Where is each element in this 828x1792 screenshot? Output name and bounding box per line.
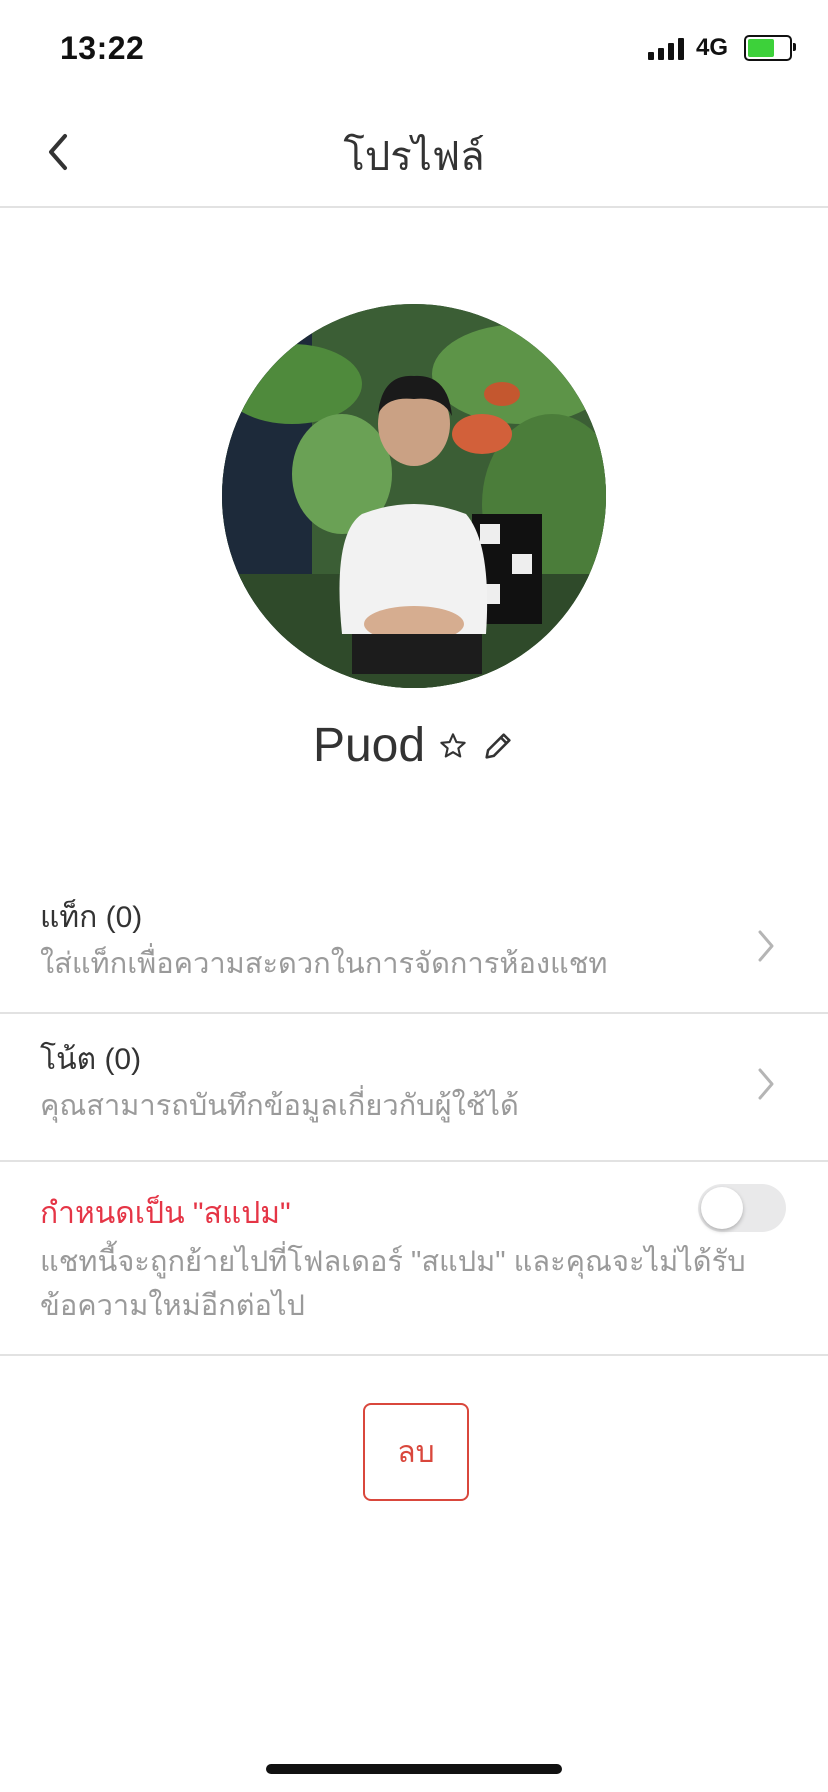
chevron-right-icon [758,1068,774,1100]
spam-row: กำหนดเป็น "สแปม" แชทนี้จะถูกย้ายไปที่โฟล… [0,1162,828,1356]
pencil-icon[interactable] [481,729,515,763]
status-indicators: 4G [647,34,796,62]
star-icon[interactable] [439,732,467,760]
spam-subtitle-line2: ข้อความใหม่อีกต่อไป [40,1290,305,1322]
avatar[interactable] [222,304,606,688]
note-row[interactable]: โน้ต (0) คุณสามารถบันทึกข้อมูลเกี่ยวกับผ… [0,1014,828,1162]
nav-bar: โปรไฟล์ [0,98,828,208]
profile-name: Puod [312,719,426,772]
note-subtitle: คุณสามารถบันทึกข้อมูลเกี่ยวกับผู้ใช้ได้ [40,1090,519,1122]
network-type: 4G [695,34,728,61]
delete-button[interactable]: ลบ [363,1403,469,1501]
signal-icon [647,36,684,60]
tag-title: แท็ก (0) [40,901,143,934]
tag-subtitle: ใส่แท็กเพื่อความสะดวกในการจัดการห้องแชท [40,948,608,980]
spam-subtitle-line1: แชทนี้จะถูกย้ายไปที่โฟลเดอร์ "สแปม" และค… [40,1246,746,1278]
tag-row[interactable]: แท็ก (0) ใส่แท็กเพื่อความสะดวกในการจัดกา… [0,880,828,1014]
page-title: โปรไฟล์ [343,135,485,179]
status-bar: 13:22 4G [0,0,828,98]
avatar-photo [222,304,606,688]
battery-icon [744,35,796,61]
status-time: 13:22 [60,30,145,66]
profile-name-row: Puod [0,718,828,773]
note-title: โน้ต (0) [40,1043,142,1076]
toggle-knob [701,1187,743,1229]
home-indicator[interactable] [266,1764,562,1774]
spam-toggle[interactable] [698,1184,786,1232]
chevron-right-icon [758,930,774,962]
spam-title: กำหนดเป็น "สแปม" [40,1197,291,1230]
